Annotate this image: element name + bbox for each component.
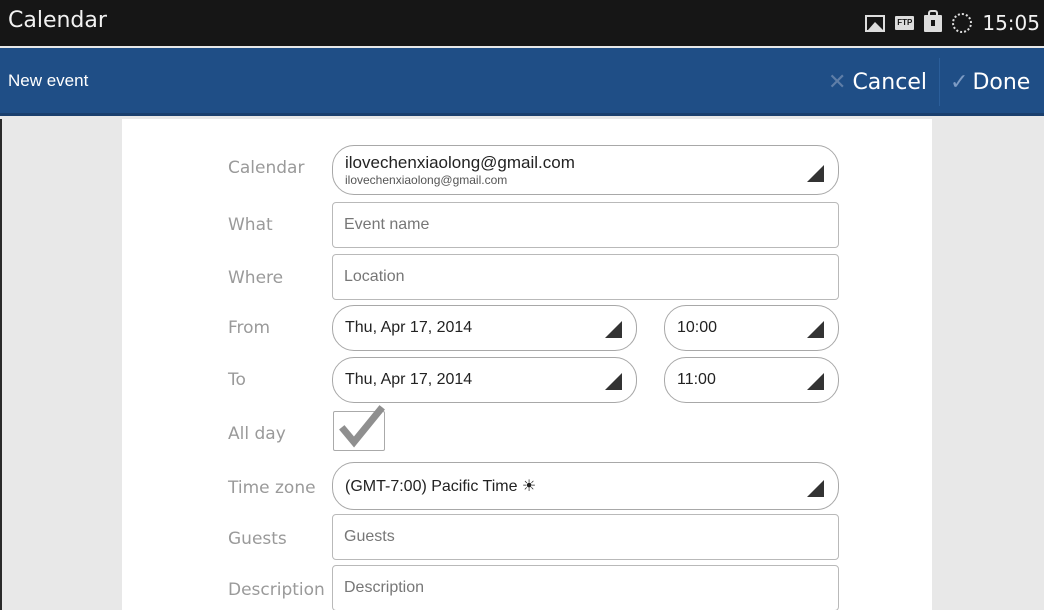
dropdown-indicator-icon — [807, 373, 824, 390]
guests-label: Guests — [228, 529, 287, 549]
cancel-button[interactable]: ✕ Cancel — [826, 58, 940, 106]
checkmark-icon — [339, 405, 385, 448]
time-zone-select[interactable]: (GMT-7:00) Pacific Time ☀ — [332, 462, 839, 510]
done-label: Done — [972, 69, 1031, 95]
left-edge — [0, 119, 2, 610]
to-label: To — [228, 370, 246, 390]
bag-icon — [924, 9, 943, 32]
dropdown-indicator-icon — [807, 321, 824, 338]
from-label: From — [228, 318, 271, 338]
ftp-icon: FTP — [895, 16, 915, 30]
clock: 15:05 — [982, 11, 1040, 35]
cancel-label: Cancel — [852, 69, 927, 95]
system-icons: FTP 15:05 — [865, 8, 1040, 38]
all-day-label: All day — [228, 424, 286, 444]
dropdown-indicator-icon — [605, 321, 622, 338]
start-time-picker[interactable]: 10:00 — [664, 305, 839, 351]
description-placeholder: Description — [344, 579, 425, 596]
where-label: Where — [228, 268, 284, 288]
start-date-picker[interactable]: Thu, Apr 17, 2014 — [332, 305, 637, 351]
calendar-label: Calendar — [228, 158, 305, 178]
location-input[interactable]: Location — [332, 254, 839, 300]
dropdown-indicator-icon — [807, 165, 824, 182]
event-name-input[interactable]: Event name — [332, 202, 839, 248]
what-label: What — [228, 215, 273, 235]
close-icon: ✕ — [828, 69, 847, 95]
dropdown-indicator-icon — [807, 480, 824, 497]
calendar-account-email: ilovechenxiaolong@gmail.com — [345, 173, 508, 187]
end-time-value: 11:00 — [677, 371, 716, 388]
description-label: Description — [228, 580, 325, 600]
start-time-value: 10:00 — [677, 319, 718, 336]
description-input[interactable]: Description — [332, 565, 839, 610]
all-day-checkbox[interactable] — [333, 405, 385, 451]
status-bar: Calendar FTP 15:05 — [0, 0, 1044, 46]
end-date-picker[interactable]: Thu, Apr 17, 2014 — [332, 357, 637, 403]
guests-placeholder: Guests — [344, 528, 395, 545]
event-name-placeholder: Event name — [344, 216, 430, 233]
time-zone-value: (GMT-7:00) Pacific Time ☀ — [345, 478, 537, 495]
guests-input[interactable]: Guests — [332, 514, 839, 560]
calendar-account-select[interactable]: ilovechenxiaolong@gmail.com ilovechenxia… — [332, 145, 839, 195]
checkmark-icon: ✓ — [950, 69, 969, 95]
time-zone-label: Time zone — [228, 478, 316, 498]
location-placeholder: Location — [344, 268, 405, 285]
end-time-picker[interactable]: 11:00 — [664, 357, 839, 403]
sync-icon — [952, 13, 973, 33]
done-button[interactable]: ✓ Done — [950, 58, 1044, 106]
calendar-account-name: ilovechenxiaolong@gmail.com — [345, 153, 575, 172]
end-date-value: Thu, Apr 17, 2014 — [345, 371, 473, 388]
dropdown-indicator-icon — [605, 373, 622, 390]
action-bar: New event ✕ Cancel ✓ Done — [0, 48, 1044, 116]
start-date-value: Thu, Apr 17, 2014 — [345, 319, 473, 336]
page-title: New event — [8, 71, 89, 90]
image-icon — [865, 14, 886, 32]
app-title: Calendar — [8, 8, 107, 33]
